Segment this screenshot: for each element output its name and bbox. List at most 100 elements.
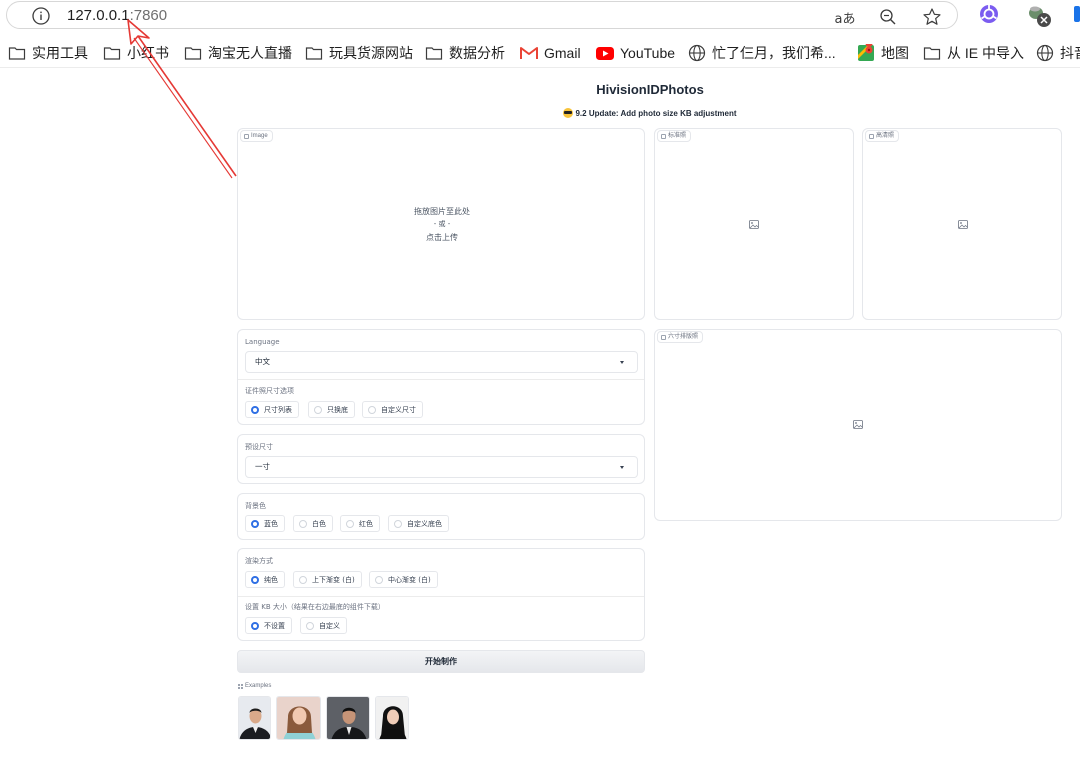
radio-label: 只换底 <box>327 405 348 414</box>
bookmark-label: 地图 <box>881 45 909 61</box>
preset-size-label: 预设尺寸 <box>245 443 273 451</box>
upload-click-text: 点击上传 <box>426 233 458 242</box>
standard-photo-panel: 标准照 <box>654 128 854 320</box>
bookmark-item[interactable]: 从 IE 中导入 <box>923 42 1024 64</box>
radio-render-vertical-gradient[interactable]: 上下渐变 (白) <box>293 571 362 588</box>
language-value: 中文 <box>255 357 270 366</box>
examples-label-text: Examples <box>245 683 272 689</box>
radio-label: 不设置 <box>264 621 285 630</box>
preset-size-select[interactable]: 一寸 <box>245 456 638 478</box>
bookmark-item[interactable]: 淘宝无人直播 <box>184 42 292 64</box>
bookmark-item[interactable]: 实用工具 <box>8 42 88 64</box>
bookmark-label: Gmail <box>544 45 581 61</box>
bookmark-item[interactable]: YouTube <box>596 42 675 64</box>
bookmark-item[interactable]: 忙了仨月，我们希... <box>688 42 836 64</box>
example-photo-thumbnail[interactable] <box>238 696 271 740</box>
radio-label: 红色 <box>359 519 373 528</box>
browser-toolbar: 127.0.0.1:7860 aあ <box>0 0 1080 32</box>
folder-icon <box>184 47 202 60</box>
radio-dot <box>299 575 307 584</box>
examples-grid-icon <box>238 683 243 689</box>
radio-dot <box>306 621 314 630</box>
radio-render-center-gradient[interactable]: 中心渐变 (白) <box>369 571 438 588</box>
image-placeholder-icon <box>958 220 968 229</box>
folder-icon <box>103 47 121 60</box>
folder-icon <box>923 47 941 60</box>
render-mode-label: 渲染方式 <box>245 557 273 565</box>
app-title: HivisionIDPhotos <box>0 82 1080 97</box>
radio-kb-none[interactable]: 不设置 <box>245 617 292 634</box>
bookmark-item[interactable]: 地图 <box>857 42 909 64</box>
profile-extension-icon[interactable] <box>1026 3 1054 29</box>
translate-icon[interactable]: aあ <box>833 6 857 28</box>
star-bookmark-icon[interactable] <box>921 6 943 28</box>
radio-dot <box>368 405 376 414</box>
radio-render-solid[interactable]: 纯色 <box>245 571 285 588</box>
hd-tag-label: 高清照 <box>876 133 895 139</box>
folder-icon <box>305 47 323 60</box>
folder-icon <box>8 47 26 60</box>
edge-sidebar-icon[interactable] <box>1074 3 1080 25</box>
bookmark-item[interactable]: 小红书 <box>103 42 169 64</box>
chevron-down-icon <box>620 466 624 469</box>
standard-tag-icon <box>661 133 666 139</box>
radio-dot <box>375 575 383 584</box>
zoom-icon[interactable] <box>877 6 899 28</box>
example-photo-thumbnail[interactable] <box>326 696 370 740</box>
address-bar[interactable]: 127.0.0.1:7860 aあ <box>6 1 958 29</box>
extension-purple-icon[interactable] <box>978 3 1000 25</box>
radio-bg-custom[interactable]: 自定义底色 <box>388 515 449 532</box>
person-portrait-icon <box>327 697 369 739</box>
chevron-down-icon <box>620 361 624 364</box>
language-select[interactable]: 中文 <box>245 351 638 373</box>
image-tag: Image <box>240 130 273 142</box>
radio-kb-custom[interactable]: 自定义 <box>300 617 347 634</box>
person-portrait-icon <box>239 697 270 739</box>
url-text[interactable]: 127.0.0.1:7860 <box>67 6 167 26</box>
image-upload-panel[interactable]: Image 拖放图片至此处 - 或 - 点击上传 <box>237 128 645 320</box>
bookmark-label: YouTube <box>620 45 676 61</box>
radio-bg-only[interactable]: 只换底 <box>308 401 355 418</box>
radio-dot <box>314 405 322 414</box>
radio-bg-red[interactable]: 红色 <box>340 515 380 532</box>
radio-custom-size[interactable]: 自定义尺寸 <box>362 401 423 418</box>
radio-label: 中心渐变 (白) <box>388 575 431 584</box>
app-title-text: HivisionIDPhotos <box>596 82 704 97</box>
background-color-panel: 背景色 蓝色 白色 红色 自定义底色 <box>237 493 645 540</box>
example-photo-thumbnail[interactable] <box>276 696 321 740</box>
radio-dot <box>299 519 307 528</box>
bookmark-label: 从 IE 中导入 <box>947 45 1025 61</box>
app-subtitle: 9.2 Update: Add photo size KB adjustment <box>0 108 1080 118</box>
preset-size-panel: 预设尺寸 一寸 <box>237 434 645 484</box>
bookmark-item[interactable]: Gmail <box>520 42 581 64</box>
language-size-panel: Language 中文 证件照尺寸选项 尺寸列表 只换底 自定义尺寸 <box>237 329 645 425</box>
size-option-label: 证件照尺寸选项 <box>245 387 294 395</box>
bookmark-item[interactable]: 数据分析 <box>425 42 505 64</box>
image-placeholder-icon <box>853 420 863 429</box>
radio-dot <box>394 519 402 528</box>
image-placeholder-icon <box>749 220 759 229</box>
radio-label: 上下渐变 (白) <box>312 575 355 584</box>
example-photo-thumbnail[interactable] <box>375 696 409 740</box>
bookmark-label: 数据分析 <box>449 45 505 61</box>
standard-tag-label: 标准照 <box>668 133 687 139</box>
globe-icon <box>688 44 706 62</box>
layout-tag-label: 六寸排版照 <box>668 334 699 340</box>
divider <box>238 596 644 597</box>
url-port: :7860 <box>129 7 168 24</box>
bookmark-label: 忙了仨月，我们希... <box>712 45 836 61</box>
bookmark-item[interactable]: 玩具货源网站 <box>305 42 413 64</box>
radio-bg-blue[interactable]: 蓝色 <box>245 515 285 532</box>
bookmark-item[interactable]: 抖音 <box>1036 42 1080 64</box>
radio-bg-white[interactable]: 白色 <box>293 515 333 532</box>
radio-size-list[interactable]: 尺寸列表 <box>245 401 299 418</box>
bookmark-label: 实用工具 <box>32 45 88 61</box>
radio-label: 自定义底色 <box>407 519 442 528</box>
bookmarks-bar: 实用工具 小红书 淘宝无人直播 玩具货源网站 数据分析 Gmail YouTub… <box>0 38 1080 68</box>
site-info-icon[interactable] <box>31 6 51 26</box>
radio-dot <box>346 519 354 528</box>
language-label: Language <box>245 338 280 346</box>
start-button[interactable]: 开始制作 <box>237 650 645 673</box>
radio-label: 自定义尺寸 <box>381 405 416 414</box>
youtube-icon <box>596 46 614 60</box>
